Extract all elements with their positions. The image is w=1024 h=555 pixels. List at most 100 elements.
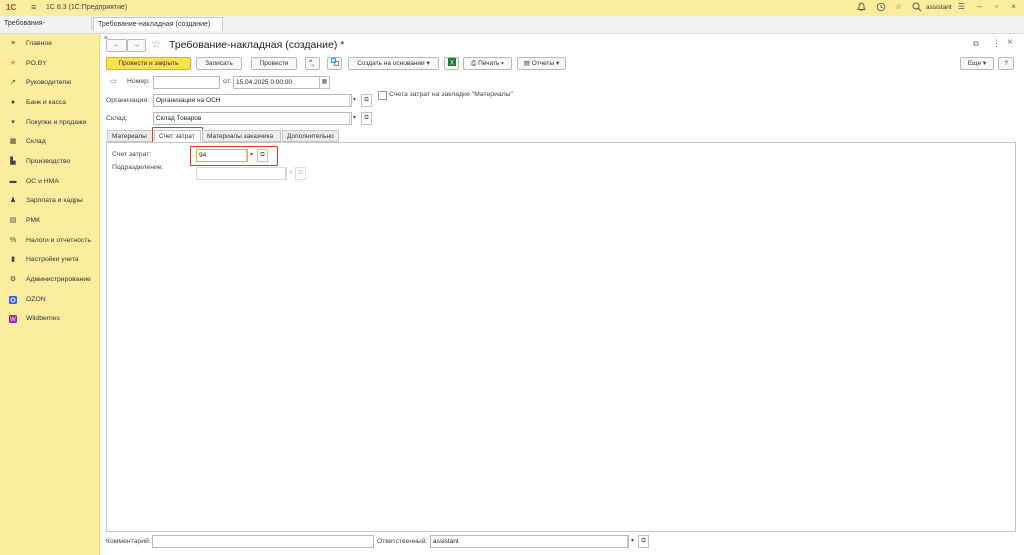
organization-field[interactable]: Организация на ОСН — [153, 94, 352, 107]
sidebar-item-settings[interactable]: ▮ Настройки учета — [0, 251, 99, 269]
sidebar-item-main[interactable]: ≡ Главное — [0, 35, 99, 53]
minimize-icon[interactable]: – — [974, 2, 985, 13]
forward-button[interactable]: → — [127, 39, 146, 52]
history-icon[interactable] — [875, 2, 886, 13]
number-label: Номер: — [127, 78, 150, 85]
sidebar-item-wildberries[interactable]: W Wildberries — [0, 310, 99, 328]
help-button[interactable]: ? — [998, 57, 1014, 70]
settings-lines-icon[interactable]: ☰ — [956, 2, 967, 13]
sidebar-item-assets[interactable]: ▬ ОС и НМА — [0, 173, 99, 191]
title-bar: 1С ≡ 1С 8.3 (1С:Предприятие) ☆ assistant… — [0, 0, 1024, 16]
menu-lines-icon: ≡ — [10, 40, 16, 47]
tab-requirements-list[interactable]: Требования-накладные× — [0, 17, 92, 41]
chevron-down-icon: ▾ — [424, 60, 430, 67]
number-field[interactable] — [153, 76, 220, 89]
factory-icon: ▙ — [10, 158, 16, 165]
back-button[interactable]: ← — [106, 39, 127, 52]
print-button[interactable]: ⎙ Печать ▾ — [463, 57, 512, 70]
post-and-close-button[interactable]: Провести и закрыть — [106, 57, 191, 70]
star-icon[interactable]: ☆ — [893, 2, 904, 13]
tab-content-panel — [106, 142, 1016, 532]
warehouse-field[interactable]: Склад Товаров — [153, 112, 352, 125]
car-icon: ▬ — [9, 178, 17, 185]
close-icon[interactable]: × — [1007, 37, 1013, 48]
sidebar: ≡ Главное ✳ PO.BY ↗ Руководителю ● Банк и ка… — [0, 34, 100, 555]
wildberries-icon: W — [9, 315, 17, 323]
responsible-field[interactable]: assistant — [430, 535, 629, 548]
excel-icon[interactable]: X — [444, 57, 459, 70]
open-link-icon: ⧉ — [295, 167, 306, 180]
cost-accounts-checkbox-label: Счета затрат на закладке "Материалы" — [389, 91, 513, 98]
sidebar-item-salary[interactable]: ♟ Зарплата и кадры — [0, 192, 99, 210]
more-icon[interactable]: ⋮ — [992, 38, 1001, 49]
report-icon: ▤ — [523, 60, 532, 67]
reports-button[interactable]: ▤ Отчеты ▾ — [517, 57, 566, 70]
cost-account-label: Счет затрат: — [112, 151, 152, 158]
division-field — [196, 167, 287, 180]
chevron-down-icon: ▾ — [285, 168, 295, 179]
svg-text:W: W — [10, 317, 16, 323]
search-icon[interactable] — [911, 2, 922, 13]
sidebar-item-poby[interactable]: ✳ PO.BY — [0, 55, 99, 73]
sidebar-item-admin[interactable]: ⚙ Администрирование — [0, 271, 99, 289]
hamburger-icon[interactable]: ≡ — [31, 2, 36, 12]
comment-field[interactable] — [152, 535, 374, 548]
svg-text:ct: ct — [312, 64, 316, 68]
svg-text:X: X — [449, 60, 453, 66]
restore-icon[interactable]: ▫ — [991, 2, 1002, 13]
save-button[interactable]: Записать — [196, 57, 242, 70]
sidebar-item-taxes[interactable]: % Налоги и отчетность — [0, 232, 99, 250]
tabs-bar: Требования-накладные× Требование-накладн… — [0, 16, 1024, 42]
chevron-down-icon: ▾ — [554, 60, 560, 67]
more-button[interactable]: Еще ▾ — [960, 57, 994, 70]
tab-additional[interactable]: Дополнительно — [282, 130, 339, 142]
sidebar-item-warehouse[interactable]: ▦ Склад — [0, 133, 99, 151]
sidebar-item-rmk[interactable]: ▤ РМК — [0, 212, 99, 230]
open-link-icon[interactable]: ⧉ — [638, 535, 649, 548]
chevron-down-icon[interactable]: ▾ — [349, 113, 359, 124]
chevron-down-icon[interactable]: ▾ — [246, 150, 256, 161]
warehouse-icon: ▦ — [9, 138, 17, 145]
more-label: Еще — [967, 60, 982, 67]
tab-requirement-create[interactable]: Требование-накладная (создание) *× — [93, 17, 223, 42]
cart-icon: ▾ — [11, 119, 15, 126]
open-link-icon[interactable]: ⧉ — [257, 149, 268, 162]
chevron-down-icon[interactable]: ▾ — [349, 95, 359, 106]
date-label: от: — [223, 78, 232, 85]
ozon-icon — [9, 296, 17, 304]
calendar-icon[interactable]: ▦ — [319, 76, 330, 89]
post-button[interactable]: Провести — [251, 57, 297, 70]
date-field[interactable]: 15.04.2025 0:00:00 — [233, 76, 321, 89]
cost-accounts-checkbox[interactable] — [378, 91, 387, 100]
open-link-icon[interactable]: ⧉ — [361, 94, 372, 107]
person-icon: ♟ — [9, 197, 17, 204]
user-name[interactable]: assistant — [926, 4, 952, 11]
sidebar-item-purchases[interactable]: ▾ Покупки и продажи — [0, 114, 99, 132]
tab-materials[interactable]: Материалы — [107, 130, 153, 142]
structure-icon[interactable] — [327, 57, 342, 70]
link-icon[interactable]: ⧉ — [973, 39, 979, 49]
sidebar-item-manager[interactable]: ↗ Руководителю — [0, 74, 99, 92]
open-link-icon[interactable]: ⧉ — [361, 112, 372, 125]
create-based-on-button[interactable]: Создать на основании ▾ — [348, 57, 439, 70]
dt-ct-icon[interactable]: dt ct — [305, 57, 320, 70]
sun-icon: ✳ — [10, 60, 16, 67]
create-based-on-label: Создать на основании — [357, 60, 425, 67]
tax-icon: % — [9, 237, 17, 244]
sidebar-item-bank[interactable]: ● Банк и касса — [0, 94, 99, 112]
gear-icon: ⚙ — [9, 276, 17, 283]
close-icon[interactable]: × — [1008, 2, 1019, 13]
star-icon[interactable]: ☆ — [151, 37, 162, 51]
form-title: Требование-накладная (создание) * — [169, 39, 345, 51]
sidebar-item-ozon[interactable]: OZON — [0, 291, 99, 309]
number-icon: ▭ — [110, 78, 117, 85]
bell-icon[interactable] — [856, 2, 867, 13]
cost-account-field[interactable]: 94 — [196, 149, 248, 162]
bank-icon: ● — [10, 99, 16, 106]
sidebar-item-production[interactable]: ▙ Производство — [0, 153, 99, 171]
register-icon: ▤ — [9, 217, 17, 224]
tab-customer-materials[interactable]: Материалы заказчика — [202, 130, 281, 142]
organization-label: Организация: — [106, 97, 149, 104]
chevron-down-icon[interactable]: ▾ — [627, 536, 637, 547]
book-icon: ▮ — [11, 256, 15, 263]
